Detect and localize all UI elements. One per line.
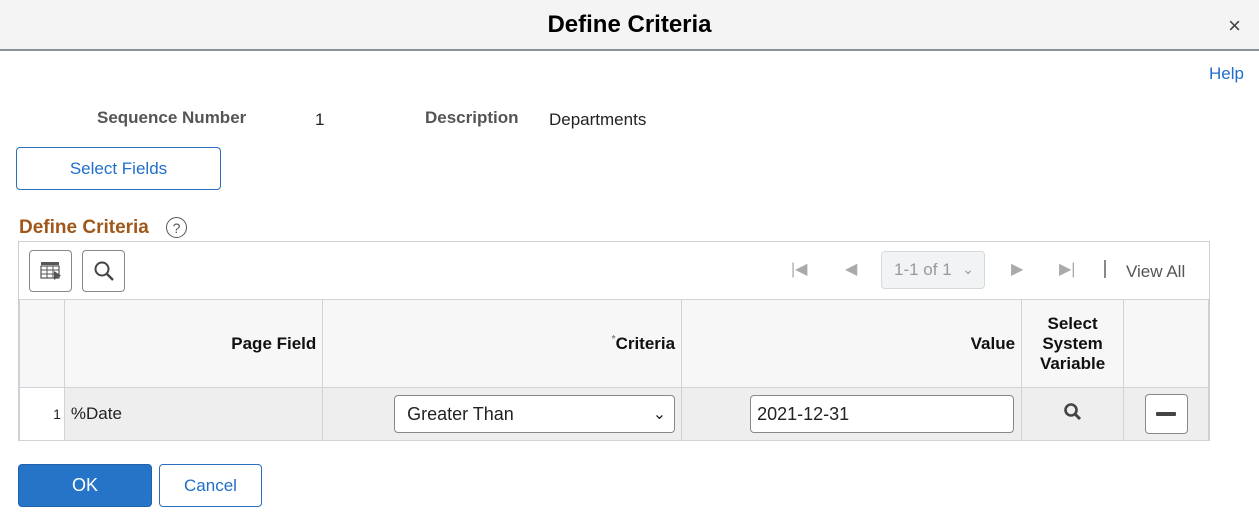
help-link[interactable]: Help [1209,64,1244,84]
row-number: 1 [19,387,65,441]
personalize-grid-button[interactable] [29,250,72,292]
col-page-field: Page Field [63,299,324,388]
col-criteria-label: Criteria [615,333,676,353]
grid-settings-icon [39,262,61,280]
find-button[interactable] [82,250,125,292]
sequence-number-value: 1 [315,110,325,129]
minus-icon [1156,412,1177,416]
select-fields-button[interactable]: Select Fields [16,147,221,190]
ok-button[interactable]: OK [18,464,152,507]
search-icon [94,261,114,281]
view-all-link[interactable]: View All [1126,262,1185,282]
criteria-grid: |◀ ◀ 1-1 of 1 ⌄ ▶ ▶| View All Page Field… [18,241,1210,441]
col-value: Value [681,299,1023,388]
page-field-cell: %Date [63,387,324,441]
delete-row-button[interactable] [1144,394,1188,434]
dialog-titlebar: Define Criteria × [0,0,1259,51]
first-page-icon[interactable]: |◀ [791,259,807,279]
table-row: 1 %Date Greater Than ⌄ 2021-12-31 [19,387,1209,441]
criteria-cell: Greater Than ⌄ [322,387,683,441]
criteria-select[interactable]: Greater Than ⌄ [394,395,676,433]
system-variable-cell [1021,387,1125,441]
description-label: Description [425,108,519,127]
page-range-text: 1-1 of 1 [894,260,952,279]
dialog-title: Define Criteria [547,11,712,38]
divider [1104,260,1106,278]
criteria-table: Page Field *Criteria Value Select System… [19,299,1209,441]
description-value: Departments [549,110,647,129]
chevron-down-icon: ⌄ [962,261,974,277]
actions-cell [1123,387,1209,441]
col-row-number [19,299,65,388]
col-actions [1123,299,1209,388]
help-circle-icon[interactable]: ? [166,217,187,238]
page-range-select[interactable]: 1-1 of 1 ⌄ [881,251,985,289]
value-cell: 2021-12-31 [681,387,1023,441]
chevron-down-icon: ⌄ [652,406,667,423]
value-input[interactable]: 2021-12-31 [750,395,1015,433]
next-page-icon[interactable]: ▶ [1011,259,1023,279]
section-title: Define Criteria [19,217,149,238]
sequence-number-label: Sequence Number [97,108,247,127]
col-criteria: *Criteria [322,299,683,388]
search-icon[interactable] [1063,402,1083,422]
cancel-button[interactable]: Cancel [159,464,262,507]
criteria-select-value: Greater Than [407,403,514,424]
close-icon[interactable]: × [1228,13,1241,39]
previous-page-icon[interactable]: ◀ [845,259,857,279]
last-page-icon[interactable]: ▶| [1059,259,1075,279]
col-select-system-variable: Select System Variable [1021,299,1125,388]
